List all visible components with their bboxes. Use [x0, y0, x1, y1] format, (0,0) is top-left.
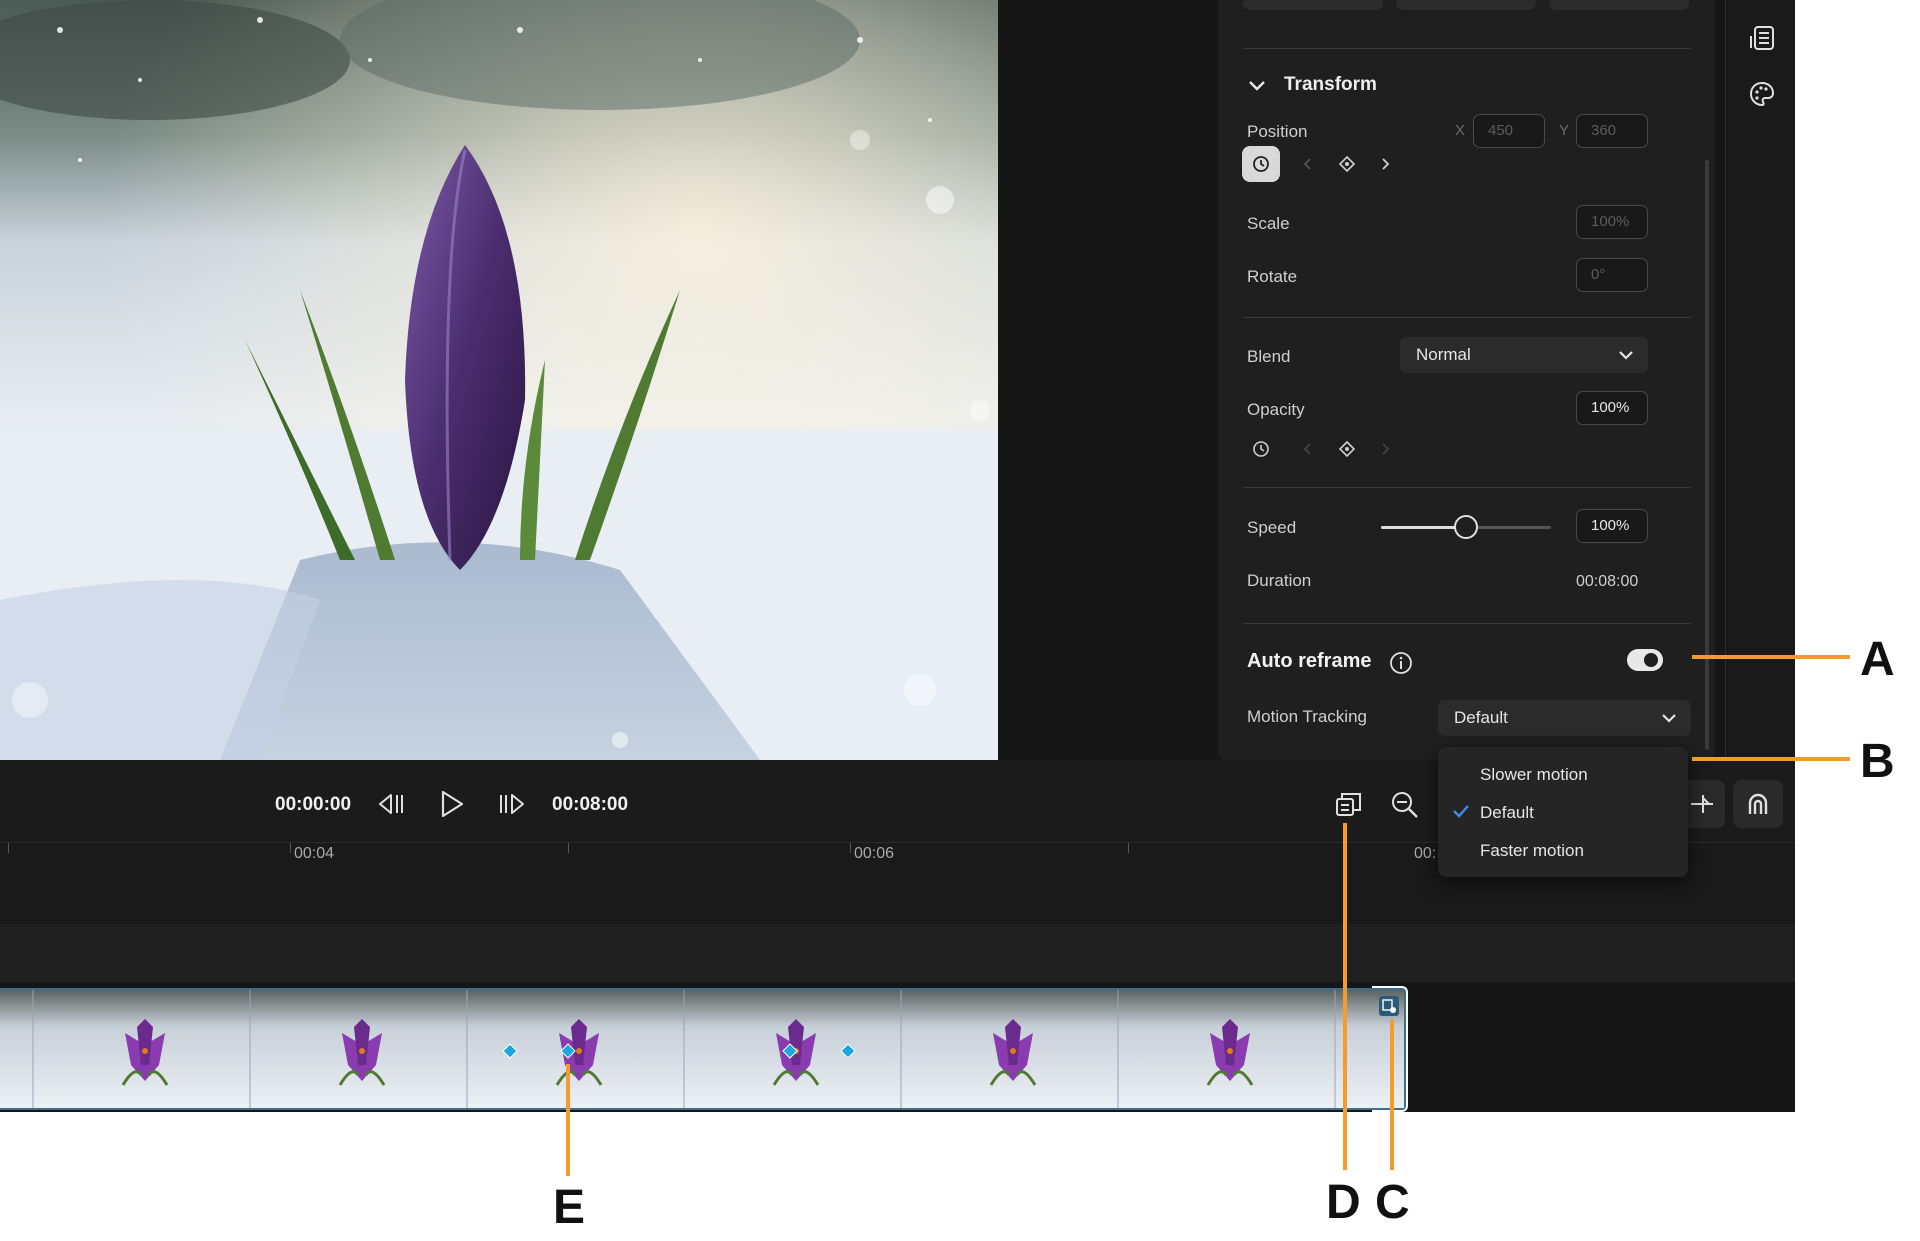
split-button[interactable] [1685, 780, 1725, 828]
checkmark-icon [1453, 805, 1469, 818]
ruler-label-3: 00: [1414, 845, 1437, 862]
callout-label-d: D [1326, 1176, 1361, 1229]
speed-field[interactable]: 100% [1576, 509, 1648, 543]
split-icon [1691, 795, 1713, 813]
divider [1243, 487, 1691, 488]
panel-top-button-2[interactable] [1396, 0, 1536, 10]
speed-slider-thumb[interactable] [1454, 515, 1478, 539]
video-clip[interactable] [0, 988, 1406, 1110]
ruler-tick [850, 843, 851, 853]
divider [1243, 623, 1691, 624]
step-back-icon[interactable] [375, 792, 405, 816]
position-label: Position [1247, 122, 1308, 141]
total-timecode: 00:08:00 [552, 794, 629, 815]
auto-reframe-toggle[interactable] [1627, 649, 1663, 671]
blend-dropdown[interactable]: Normal [1400, 337, 1648, 373]
clip-thumbnails [0, 990, 1404, 1108]
blend-dropdown-value: Normal [1416, 345, 1471, 364]
fit-timeline-icon[interactable] [1334, 790, 1364, 818]
scale-field[interactable]: 100% [1576, 205, 1648, 239]
previous-keyframe-icon[interactable] [1302, 157, 1312, 171]
scale-label: Scale [1247, 214, 1290, 233]
properties-panel-icon[interactable] [1748, 24, 1776, 52]
motion-tracking-dropdown[interactable]: Default [1438, 700, 1691, 736]
add-keyframe-icon[interactable] [1338, 440, 1356, 458]
ruler-label-2: 00:06 [854, 845, 895, 862]
panel-top-button-3[interactable] [1549, 0, 1689, 10]
opacity-label: Opacity [1247, 400, 1305, 419]
speed-label: Speed [1247, 518, 1297, 537]
motion-tracking-menu: Slower motion Default Faster motion [1438, 747, 1688, 877]
transform-section-title: Transform [1284, 74, 1377, 95]
motion-tracking-label: Motion Tracking [1247, 707, 1367, 726]
divider [1243, 317, 1691, 318]
transform-section-header[interactable]: Transform [1248, 74, 1448, 100]
empty-track[interactable] [0, 924, 1795, 982]
previous-keyframe-icon[interactable] [1302, 442, 1312, 456]
duration-label: Duration [1247, 571, 1312, 590]
position-keyframe-toggle[interactable] [1242, 146, 1280, 182]
add-keyframe-icon[interactable] [1338, 155, 1356, 173]
divider [1243, 48, 1691, 49]
ruler-tick [568, 843, 569, 853]
properties-panel: Transform Position X 450 Y 360 Scale 100… [1218, 0, 1715, 760]
step-forward-icon[interactable] [498, 792, 528, 816]
zoom-out-icon[interactable] [1390, 790, 1420, 820]
position-x-axis-label: X [1455, 122, 1466, 139]
toggle-knob [1644, 653, 1658, 667]
menu-item-default[interactable]: Default [1480, 803, 1534, 823]
rotate-label: Rotate [1247, 267, 1298, 286]
callout-line-a [1692, 655, 1850, 659]
current-timecode: 00:00:00 [275, 794, 352, 815]
callout-label-a: A [1860, 633, 1895, 686]
auto-reframe-label: Auto reframe [1247, 650, 1372, 672]
stopwatch-icon [1253, 156, 1269, 172]
stopwatch-icon[interactable] [1252, 440, 1270, 458]
preview-frame-crocus-image [0, 0, 998, 760]
menu-item-faster-motion[interactable]: Faster motion [1480, 841, 1584, 861]
color-palette-icon[interactable] [1748, 80, 1776, 108]
callout-label-e: E [553, 1181, 586, 1234]
motion-tracking-dropdown-value: Default [1454, 708, 1508, 727]
duration-value: 00:08:00 [1576, 573, 1639, 590]
rotate-field[interactable]: 0° [1576, 258, 1648, 292]
blend-label: Blend [1247, 347, 1291, 366]
callout-label-c: C [1375, 1176, 1410, 1229]
next-keyframe-icon[interactable] [1381, 442, 1391, 456]
callout-label-b: B [1860, 735, 1895, 788]
chevron-down-icon [1662, 714, 1676, 723]
callout-line-b [1692, 757, 1850, 761]
magnet-snap-button[interactable] [1733, 780, 1783, 828]
auto-reframe-clip-badge[interactable] [1379, 996, 1399, 1016]
ruler-label-1: 00:04 [294, 845, 335, 862]
magnet-snap-icon [1748, 793, 1768, 814]
right-tool-rail [1728, 0, 1795, 760]
auto-reframe-badge-icon [1382, 999, 1396, 1013]
opacity-field[interactable]: 100% [1576, 391, 1648, 425]
ruler-tick [8, 843, 9, 853]
position-x-field[interactable]: 450 [1473, 114, 1545, 148]
position-y-field[interactable]: 360 [1576, 114, 1648, 148]
rail-separator [1725, 0, 1726, 760]
info-icon[interactable] [1389, 651, 1413, 675]
chevron-down-icon [1619, 351, 1633, 360]
callout-line-d [1343, 823, 1347, 1170]
callout-line-e [566, 1064, 570, 1176]
panel-top-button-1[interactable] [1243, 0, 1383, 10]
next-keyframe-icon[interactable] [1381, 157, 1391, 171]
menu-item-slower-motion[interactable]: Slower motion [1480, 765, 1588, 785]
position-y-axis-label: Y [1559, 122, 1570, 139]
ruler-tick [290, 843, 291, 853]
speed-slider-track[interactable] [1381, 515, 1551, 539]
play-icon[interactable] [438, 789, 466, 819]
video-editor-app: Transform Position X 450 Y 360 Scale 100… [0, 0, 1795, 1112]
chevron-down-icon [1249, 81, 1265, 91]
video-preview [0, 0, 998, 760]
callout-line-c [1390, 1020, 1394, 1170]
ruler-tick [1128, 843, 1129, 853]
properties-scrollbar[interactable] [1705, 160, 1709, 750]
